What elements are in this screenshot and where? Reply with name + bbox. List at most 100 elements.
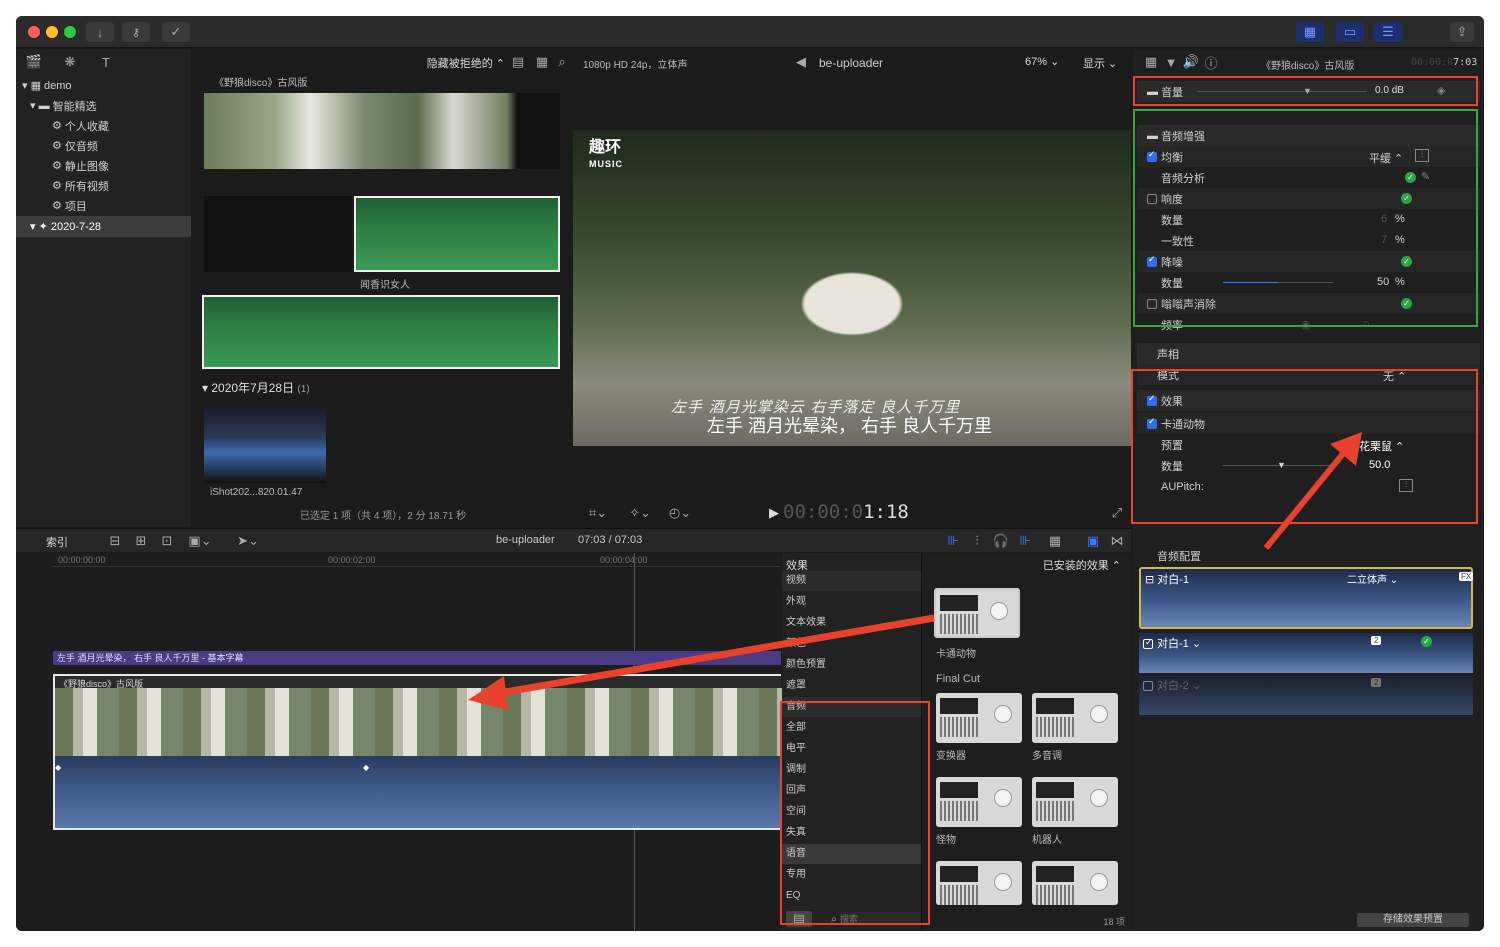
- insert-clip-icon[interactable]: ⊞: [132, 532, 150, 550]
- volume-slider-thumb[interactable]: ▼: [1303, 86, 1312, 96]
- preset-row[interactable]: 预置 花栗鼠 ⌃: [1137, 434, 1480, 455]
- eq-checkbox[interactable]: [1147, 149, 1157, 162]
- effect-category[interactable]: 颜色: [782, 634, 921, 654]
- effect-tile[interactable]: [936, 861, 1022, 905]
- keyframe-icon[interactable]: ◈: [1437, 84, 1445, 97]
- color-inspector-icon[interactable]: ▼: [1163, 53, 1179, 71]
- hum-removal-row[interactable]: 嗡嗡声消除 ✓: [1137, 293, 1480, 314]
- audio-track-1[interactable]: ⊟ 对白-1 二立体声 ⌄ FX: [1139, 567, 1474, 629]
- cartoon-effect-row[interactable]: 卡通动物: [1137, 413, 1480, 434]
- enhance-icon[interactable]: ✧⌄: [625, 504, 655, 522]
- smart-collection-favorites[interactable]: ⚙ 个人收藏: [16, 115, 191, 136]
- freq-60-radio[interactable]: ○: [1363, 318, 1370, 330]
- track1-mode-popup[interactable]: 二立体声 ⌄: [1347, 571, 1398, 586]
- smart-collection-projects[interactable]: ⚙ 项目: [16, 195, 191, 216]
- audio-config-header[interactable]: 音频配置: [1137, 545, 1480, 566]
- frequency-row[interactable]: 频率 ◉ ○: [1137, 314, 1480, 335]
- inspector-layout-icon[interactable]: ☰: [1374, 22, 1402, 42]
- enhance-header[interactable]: ▬ 音频增强: [1137, 125, 1480, 146]
- freq-50-radio[interactable]: ◉: [1301, 318, 1311, 331]
- effect-category[interactable]: 颜色预置: [782, 655, 921, 675]
- connect-clip-icon[interactable]: ⊟: [106, 532, 124, 550]
- solo-icon[interactable]: 🎧: [992, 532, 1010, 550]
- effects-checkbox[interactable]: [1147, 393, 1157, 406]
- video-frame[interactable]: 趣环 MUSIC 左手 酒月光掌染云 右手落定 良人千万里 左手 酒月光晕染， 右…: [573, 130, 1131, 446]
- effect-tile-polytone[interactable]: [1032, 693, 1118, 743]
- browser-layout-icon[interactable]: ▦: [1296, 22, 1324, 42]
- loudness-row[interactable]: 响度 ✓: [1137, 188, 1480, 209]
- filmstrip-icon[interactable]: ▦: [533, 53, 551, 71]
- clip1-filmstrip[interactable]: [204, 93, 560, 169]
- transitions-browser-icon[interactable]: ⋈: [1108, 532, 1126, 550]
- smart-collection-stills[interactable]: ⚙ 静止图像: [16, 155, 191, 176]
- nr-slider[interactable]: [1223, 282, 1333, 283]
- loudness-amount-value[interactable]: 6: [1381, 213, 1387, 225]
- timeline-ruler[interactable]: 00:00:00:00 00:00:02:00 00:00:04:00: [52, 553, 781, 567]
- noise-reduction-checkbox[interactable]: [1147, 254, 1157, 267]
- nr-amount-value[interactable]: 50: [1377, 276, 1389, 288]
- video-clip[interactable]: 《野狼disco》古风版 ◆ ◆: [53, 674, 783, 830]
- effect-category[interactable]: 视频: [782, 571, 921, 591]
- filter-popup[interactable]: 隐藏被拒绝的 ⌃: [427, 55, 505, 71]
- hum-checkbox[interactable]: [1147, 298, 1157, 309]
- effect-amount-value[interactable]: 50.0: [1369, 459, 1390, 471]
- video-inspector-icon[interactable]: ▦: [1143, 53, 1159, 71]
- noise-reduction-row[interactable]: 降噪 ✓: [1137, 251, 1480, 272]
- effect-category[interactable]: 空间: [782, 802, 921, 822]
- smart-collections-folder[interactable]: ▾ ▬ 智能精选: [16, 95, 191, 116]
- aupitch-row[interactable]: AUPitch: ⫶: [1137, 476, 1480, 497]
- save-effects-preset-button[interactable]: 存储效果预置: [1357, 913, 1469, 927]
- clip2-thumb[interactable]: [204, 196, 352, 272]
- eq-row[interactable]: 均衡 平缓 ⌃ ⫶: [1137, 146, 1480, 167]
- eq-graph-icon[interactable]: ⫶: [1415, 149, 1429, 162]
- fullscreen-icon[interactable]: ⤢: [1109, 504, 1125, 522]
- overwrite-clip-icon[interactable]: ▣⌄: [186, 532, 214, 550]
- clip3-thumb[interactable]: [204, 407, 326, 483]
- timeline-layout-icon[interactable]: ▭: [1336, 22, 1364, 42]
- effect-category[interactable]: 回声: [782, 781, 921, 801]
- smart-collection-audio[interactable]: ⚙ 仅音频: [16, 135, 191, 156]
- loudness-checkbox[interactable]: [1147, 193, 1157, 204]
- key-icon[interactable]: ⚷: [122, 22, 150, 42]
- effect-category[interactable]: 全部: [782, 718, 921, 738]
- list-view-icon[interactable]: ▤: [509, 53, 527, 71]
- smart-collection-video[interactable]: ⚙ 所有视频: [16, 175, 191, 196]
- effects-search-input[interactable]: [840, 912, 920, 926]
- nr-amount-row[interactable]: 数量 50%: [1137, 272, 1480, 293]
- info-inspector-icon[interactable]: ⓘ: [1203, 53, 1219, 71]
- effect-category[interactable]: 音频: [782, 697, 921, 717]
- eq-popup[interactable]: 平缓 ⌃: [1369, 150, 1403, 166]
- display-popup[interactable]: 显示 ⌄: [1083, 55, 1117, 71]
- audio-inspector-icon[interactable]: 🔊: [1183, 53, 1199, 71]
- index-button[interactable]: 索引: [46, 534, 68, 550]
- effect-tile-monster[interactable]: [936, 777, 1022, 827]
- effect-category[interactable]: 失真: [782, 823, 921, 843]
- photos-icon[interactable]: ❋: [60, 53, 80, 71]
- crop-icon[interactable]: ⌗⌄: [583, 504, 613, 522]
- event-item[interactable]: ▾ ✦ 2020-7-28: [16, 216, 191, 237]
- clip-audio-waveform-large[interactable]: [202, 295, 560, 369]
- skimming-icon[interactable]: ⊪: [944, 532, 962, 550]
- effects-header[interactable]: 效果: [1137, 390, 1480, 411]
- snapping-icon[interactable]: ⊪: [1016, 532, 1034, 550]
- audio-keyframe[interactable]: ◆: [55, 763, 61, 772]
- volume-row[interactable]: ▬ 音量 ▼ 0.0 dB ◈: [1137, 81, 1480, 102]
- effect-category[interactable]: 遮罩: [782, 676, 921, 696]
- volume-slider[interactable]: [1197, 91, 1367, 92]
- pan-mode-row[interactable]: 模式 无 ⌃: [1137, 364, 1480, 385]
- speed-icon[interactable]: ◴⌄: [665, 504, 695, 522]
- sidebar-toggle-icon[interactable]: ▤: [786, 911, 812, 927]
- uniformity-value[interactable]: 7: [1381, 234, 1387, 246]
- pan-header[interactable]: 声相: [1137, 343, 1480, 364]
- effect-category[interactable]: 专用: [782, 865, 921, 885]
- zoom-button[interactable]: [64, 26, 76, 38]
- effect-tile-robot[interactable]: [1032, 777, 1118, 827]
- effect-amount-row[interactable]: 数量 ▼ 50.0: [1137, 455, 1480, 476]
- select-tool-icon[interactable]: ➤⌄: [234, 532, 262, 550]
- close-button[interactable]: [28, 26, 40, 38]
- clip2-audio-waveform[interactable]: [354, 196, 560, 272]
- effect-category[interactable]: 语音: [782, 844, 921, 864]
- audio-skimming-icon[interactable]: ⫶: [968, 532, 986, 550]
- effect-category[interactable]: 电平: [782, 739, 921, 759]
- cartoon-checkbox[interactable]: [1147, 416, 1157, 429]
